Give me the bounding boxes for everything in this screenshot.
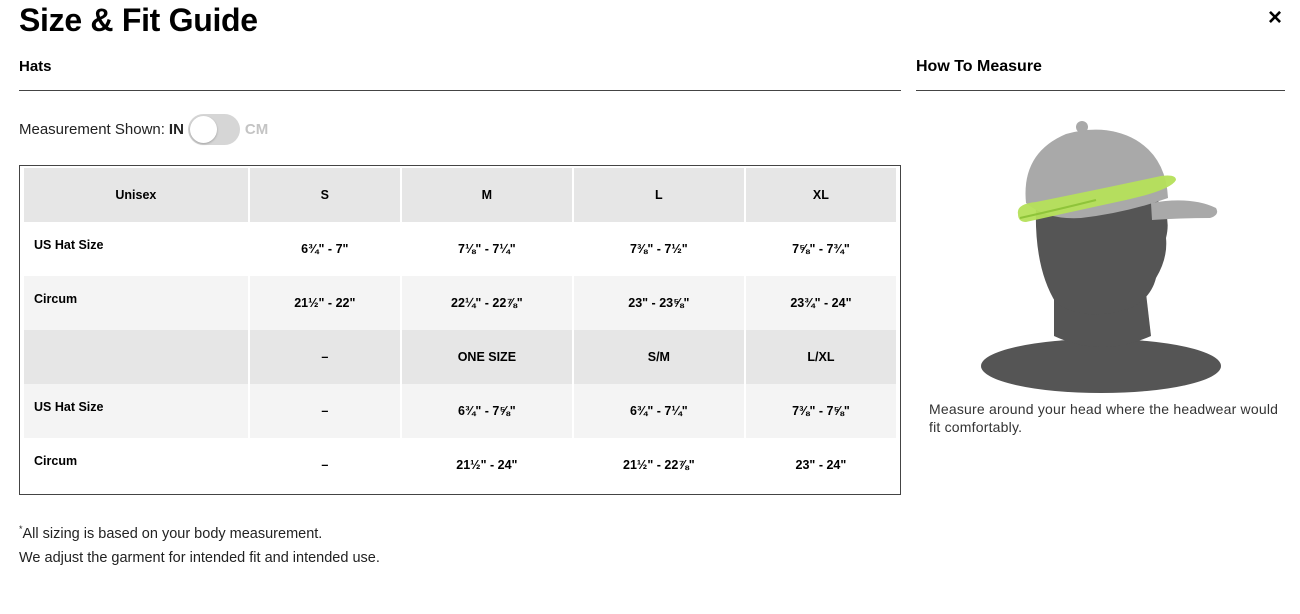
size-header-cell: S — [249, 168, 400, 222]
size-value-cell: – — [249, 438, 400, 492]
table-header-row: Unisex S M L XL — [24, 168, 896, 222]
size-header-cell: L/XL — [745, 330, 896, 384]
size-value-cell: 7⅜" - 7½" — [573, 222, 744, 276]
size-header-cell: S/M — [573, 330, 744, 384]
size-table: Unisex S M L XL US Hat Size 6¾" - 7" 7⅛" - 7¼" 7… — [22, 168, 898, 492]
footnote-line-1: *All sizing is based on your body measur… — [19, 517, 901, 546]
size-value-cell: 6¾" - 7" — [249, 222, 400, 276]
measurement-row: Measurement Shown: IN CM — [19, 113, 901, 145]
size-header-cell: – — [249, 330, 400, 384]
size-value-cell: 7⅝" - 7¾" — [745, 222, 896, 276]
size-value-cell: 23¾" - 24" — [745, 276, 896, 330]
hats-section-title: Hats — [19, 58, 901, 91]
footnote-line-2: We adjust the garment for intended fit a… — [19, 549, 380, 566]
size-value-cell: 22¼" - 22⅞" — [401, 276, 572, 330]
size-header-cell: L — [573, 168, 744, 222]
size-value-cell: 7⅜" - 7⅝" — [745, 384, 896, 438]
size-header-cell: XL — [745, 168, 896, 222]
hats-panel: Hats Measurement Shown: IN CM Unisex S M L X… — [19, 58, 901, 570]
footnote: *All sizing is based on your body measur… — [19, 517, 901, 570]
table-row: Circum 21½" - 22" 22¼" - 22⅞" 23" - 23⅝" 23¾… — [24, 276, 896, 330]
size-value-cell: 21½" - 24" — [401, 438, 572, 492]
table-header-row: – ONE SIZE S/M L/XL — [24, 330, 896, 384]
head-measure-illustration — [981, 121, 1221, 393]
size-value-cell: 7⅛" - 7¼" — [401, 222, 572, 276]
row-label-cell: Circum — [24, 438, 248, 492]
unit-toggle[interactable] — [187, 113, 240, 145]
table-row: Circum –21½" - 24" 21½" - 22⅞" 23" - 24" — [24, 438, 896, 492]
footnote-text-1: All sizing is based on your body measure… — [22, 525, 323, 542]
row-label-cell — [24, 330, 248, 384]
size-value-cell: 23" - 23⅝" — [573, 276, 744, 330]
shoulders-shape — [981, 339, 1221, 393]
size-value-cell: 23" - 24" — [745, 438, 896, 492]
unit-in-label[interactable]: IN — [169, 121, 184, 138]
page-title: Size & Fit Guide — [19, 2, 258, 38]
how-to-measure-description: Measure around your head where the headw… — [929, 401, 1279, 435]
size-table-container: Unisex S M L XL US Hat Size 6¾" - 7" 7⅛" - 7¼" 7… — [19, 165, 901, 495]
toggle-knob[interactable] — [189, 115, 217, 143]
cap-visor — [1151, 200, 1218, 220]
table-row: US Hat Size 6¾" - 7" 7⅛" - 7¼" 7⅜" - 7½" 7⅝"… — [24, 222, 896, 276]
how-to-measure-title: How To Measure — [916, 58, 1285, 91]
size-value-cell: 6¾" - 7⅝" — [401, 384, 572, 438]
size-value-cell: 6¾" - 7¼" — [573, 384, 744, 438]
size-header-cell: M — [401, 168, 572, 222]
size-value-cell: 21½" - 22⅞" — [573, 438, 744, 492]
table-row: US Hat Size –6¾" - 7⅝" 6¾" - 7¼" 7⅜" - 7⅝" — [24, 384, 896, 438]
measurement-label: Measurement Shown: — [19, 120, 165, 138]
size-header-cell: ONE SIZE — [401, 330, 572, 384]
row-label-cell: Circum — [24, 276, 248, 330]
row-label-cell: Unisex — [24, 168, 248, 222]
row-label-cell: US Hat Size — [24, 384, 248, 438]
size-value-cell: – — [249, 384, 400, 438]
how-to-measure-panel: How To Measure Measure around your head … — [916, 58, 1285, 435]
row-label-cell: US Hat Size — [24, 222, 248, 276]
cap-button — [1076, 121, 1088, 133]
close-icon[interactable]: × — [1264, 6, 1286, 30]
unit-cm-label[interactable]: CM — [245, 121, 268, 138]
size-value-cell: 21½" - 22" — [249, 276, 400, 330]
